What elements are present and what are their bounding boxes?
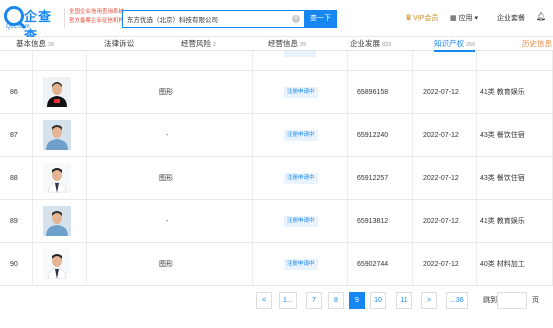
apps-grid-icon: ▦ <box>450 15 459 22</box>
jump-label: 跳到 <box>483 297 497 304</box>
tab-intellectual-property[interactable]: 知识产权 356 <box>434 37 476 52</box>
row-index: 87 <box>10 132 18 139</box>
jump-page-input[interactable] <box>497 292 527 309</box>
trademark-name: - <box>166 132 169 139</box>
search-box: × <box>122 10 304 28</box>
tab-label: 经营信息 <box>268 39 298 48</box>
tab-count: 28 <box>48 42 55 48</box>
registration-number[interactable]: 65896158 <box>357 71 388 114</box>
application-date: 2022-07-12 <box>423 261 459 268</box>
status-badge: 注册申请中 <box>284 259 318 270</box>
page-unit-label: 页 <box>532 297 539 304</box>
section-tabs: 基本信息 28 法律诉讼 经营风险 2 经营信息 29 企业发展 833 知识产权 356… <box>0 37 553 52</box>
registration-number[interactable]: 65912240 <box>357 114 388 157</box>
trademark-name: 图形 <box>159 89 173 96</box>
tab-label: 知识产权 <box>434 39 464 48</box>
status-badge: 注册申请中 <box>284 87 318 98</box>
vip-link[interactable]: ♛VIP会员 <box>405 13 438 23</box>
vip-label: VIP会员 <box>413 15 439 22</box>
next-page-button[interactable]: > <box>421 292 437 309</box>
tab-label: 法律诉讼 <box>104 39 134 48</box>
trademark-image[interactable] <box>43 77 71 107</box>
chevron-down-icon: ▾ <box>472 15 479 22</box>
international-class: 41类 教育娱乐 <box>480 218 525 225</box>
tab-history[interactable]: 历史信息 <box>522 37 552 51</box>
trademark-name: 图形 <box>159 175 173 182</box>
page-button[interactable]: 10 <box>370 292 386 309</box>
search-input[interactable] <box>123 11 283 27</box>
table-row[interactable]: 88 图形 注册申请中 65912257 2022-07-12 43类 餐饮住宿 <box>0 157 553 200</box>
registration-number[interactable]: 65902744 <box>357 243 388 286</box>
application-date: 2022-07-12 <box>423 89 459 96</box>
first-page-button[interactable]: 1... <box>279 292 297 309</box>
international-class: 43类 餐饮住宿 <box>480 132 525 139</box>
tab-label: 企业发展 <box>350 39 380 48</box>
row-index: 88 <box>10 175 18 182</box>
bell-icon[interactable]: 🔔︎ <box>536 12 546 21</box>
apps-menu[interactable]: ▦ 应用 ▾ <box>450 13 478 23</box>
enterprise-link[interactable]: 企业套餐 <box>497 13 525 23</box>
last-page-button[interactable]: ...36 <box>446 292 468 309</box>
row-index: 86 <box>10 89 18 96</box>
international-class: 40类 材料加工 <box>480 261 525 268</box>
row-index: 90 <box>10 261 18 268</box>
registration-number[interactable]: 65912257 <box>357 157 388 200</box>
page-button[interactable]: 7 <box>306 292 322 309</box>
tab-business-risk[interactable]: 经营风险 2 <box>181 37 216 51</box>
crown-icon: ♛ <box>405 13 413 22</box>
tab-label: 历史信息 <box>522 39 552 48</box>
pagination: < 1... 7 8 9 10 11 > ...36 跳到 页 <box>0 292 553 312</box>
table-row[interactable]: 86 图形 注册申请中 65896158 2022-07-12 41类 教育娱乐 <box>0 71 553 114</box>
status-badge-partial <box>284 51 316 57</box>
trademark-image[interactable] <box>43 206 71 236</box>
page-button[interactable]: 11 <box>396 292 412 309</box>
tab-basic-info[interactable]: 基本信息 28 <box>16 37 54 51</box>
trademark-image[interactable] <box>43 163 71 193</box>
application-date: 2022-07-12 <box>423 132 459 139</box>
table-row[interactable]: 87 - 注册申请中 65912240 2022-07-12 43类 餐饮住宿 <box>0 114 553 157</box>
prev-page-button[interactable]: < <box>256 292 272 309</box>
tab-legal[interactable]: 法律诉讼 <box>104 37 136 51</box>
tab-count: 833 <box>382 42 392 48</box>
trademark-table: 86 图形 注册申请中 65896158 2022-07-12 41类 教育娱乐… <box>0 51 553 286</box>
top-header: 企查查 Qcc.com 全国企业信用查询系统 官方备案企业征信机构 × 查一下 … <box>0 0 553 43</box>
table-row[interactable]: 90 图形 注册申请中 65902744 2022-07-12 40类 材料加工 <box>0 243 553 286</box>
trademark-image[interactable] <box>43 120 71 150</box>
trademark-image[interactable] <box>43 249 71 279</box>
logo-magnifier-icon <box>4 6 24 26</box>
application-date: 2022-07-12 <box>423 218 459 225</box>
trademark-name: - <box>166 218 169 225</box>
search-button[interactable]: 查一下 <box>304 10 337 28</box>
status-badge: 注册申请中 <box>284 216 318 227</box>
logo-domain: Qcc.com <box>6 24 30 30</box>
international-class: 41类 教育娱乐 <box>480 89 525 96</box>
table-row[interactable]: 89 - 注册申请中 65913812 2022-07-12 41类 教育娱乐 <box>0 200 553 243</box>
tab-count: 29 <box>300 42 307 48</box>
tab-label: 基本信息 <box>16 39 46 48</box>
tab-business-info[interactable]: 经营信息 29 <box>268 37 306 51</box>
status-badge: 注册申请中 <box>284 130 318 141</box>
registration-number[interactable]: 65913812 <box>357 200 388 243</box>
apps-label: 应用 <box>458 15 473 22</box>
official-badge: 全国企业信用查询系统 官方备案企业征信机构 <box>64 8 125 28</box>
tab-count: 356 <box>466 42 476 48</box>
row-index: 89 <box>10 218 18 225</box>
tab-count: 2 <box>213 42 217 48</box>
tab-label: 经营风险 <box>181 39 211 48</box>
qcc-logo[interactable]: 企查查 Qcc.com <box>4 6 62 43</box>
table-row-partial <box>0 51 553 71</box>
trademark-name: 图形 <box>159 261 173 268</box>
official-line-2: 官方备案企业征信机构 <box>69 18 125 24</box>
application-date: 2022-07-12 <box>423 175 459 182</box>
page-button[interactable]: 8 <box>328 292 344 309</box>
tab-development[interactable]: 企业发展 833 <box>350 37 391 51</box>
status-badge: 注册申请中 <box>284 173 318 184</box>
official-line-1: 全国企业信用查询系统 <box>69 9 125 15</box>
clear-icon[interactable]: × <box>292 15 300 23</box>
international-class: 43类 餐饮住宿 <box>480 175 525 182</box>
current-page-button[interactable]: 9 <box>349 292 365 309</box>
